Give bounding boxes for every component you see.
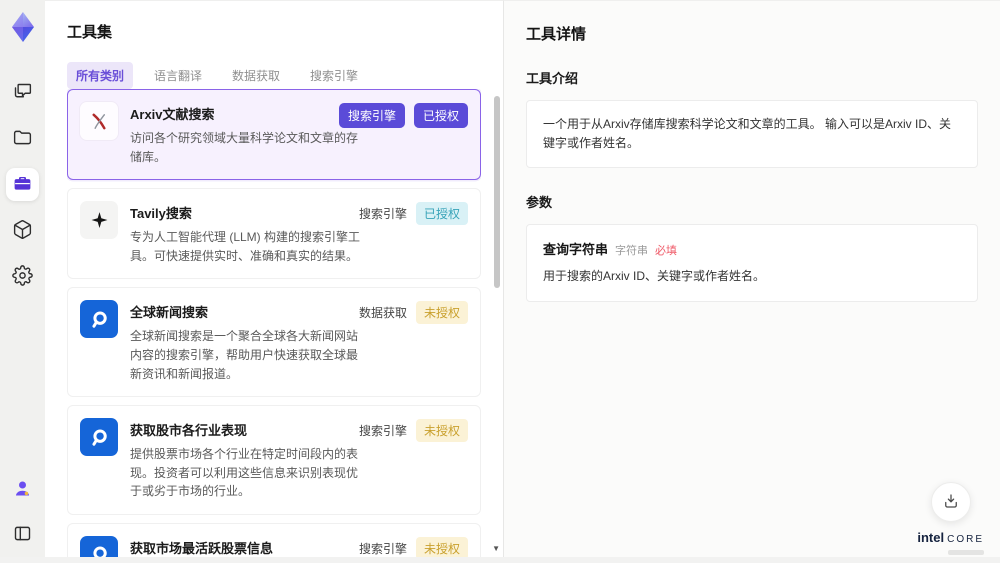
- tab-1-语言翻译[interactable]: 语言翻译: [145, 62, 211, 89]
- briefcase-icon: [12, 173, 33, 197]
- sidebar-item-packages[interactable]: [6, 214, 39, 247]
- user-icon: [12, 478, 33, 502]
- auth-status-badge: 已授权: [413, 103, 468, 128]
- news-icon: [80, 418, 118, 457]
- category-badge: 数据获取: [358, 306, 407, 321]
- tool-intro-text: 一个用于从Arxiv存储库搜索科学论文和文章的工具。 输入可以是Arxiv ID…: [543, 117, 952, 151]
- app-logo-icon: [5, 8, 41, 46]
- tab-0-所有类别[interactable]: 所有类别: [67, 62, 134, 89]
- param-description: 用于搜索的Arxiv ID、关键字或作者姓名。: [543, 269, 766, 284]
- download-button[interactable]: [930, 482, 971, 522]
- param-name: 查询字符串: [543, 242, 609, 258]
- tool-description: 访问各个研究领域大量科学论文和文章的存储库。: [130, 131, 359, 164]
- card-badges: 搜索引擎 已授权: [358, 202, 468, 226]
- sidebar-item-settings[interactable]: [6, 260, 39, 293]
- intel-brand-text: intel: [917, 530, 945, 545]
- tool-list: Arxiv文献搜索 访问各个研究领域大量科学论文和文章的存储库。 搜索引擎 已授…: [67, 89, 481, 563]
- category-badge: 搜索引擎: [358, 207, 407, 222]
- tool-card[interactable]: Arxiv文献搜索 访问各个研究领域大量科学论文和文章的存储库。 搜索引擎 已授…: [67, 89, 481, 181]
- sidebar-item-tools[interactable]: [6, 168, 39, 201]
- param-type: 字符串: [615, 245, 649, 258]
- toolset-pane: 工具集 所有类别 语言翻译 数据获取 搜索引擎 Arxiv文献搜索 访问各个研究领域大…: [45, 0, 503, 563]
- tool-description: 全球新闻搜索是一个聚合全球各大新闻网站内容的搜索引擎，帮助用户快速获取全球最新资…: [130, 329, 359, 381]
- tool-title: 获取市场最活跃股票信息: [130, 540, 274, 556]
- scroll-down-icon[interactable]: ▼: [492, 545, 500, 553]
- app-window: 工具集 所有类别 语言翻译 数据获取 搜索引擎 Arxiv文献搜索 访问各个研究领域大…: [0, 0, 1000, 563]
- params-heading: 参数: [526, 195, 553, 211]
- floating-actions: intel core: [917, 482, 984, 555]
- tool-card[interactable]: Tavily搜索 专为人工智能代理 (LLM) 构建的搜索引擎工具。可快速提供实…: [67, 188, 481, 280]
- arxiv-icon: [80, 102, 118, 140]
- tool-description: 提供股票市场各个行业在特定时间段内的表现。投资者可以利用这些信息来识别表现优于或…: [130, 447, 359, 499]
- window-bottom-edge: [0, 557, 1000, 563]
- intro-heading: 工具介绍: [526, 71, 579, 86]
- sidebar-item-files[interactable]: [6, 122, 39, 155]
- detail-title: 工具详情: [526, 26, 587, 43]
- card-badges: 搜索引擎 已授权: [338, 103, 468, 128]
- tool-card[interactable]: 全球新闻搜索 全球新闻搜索是一个聚合全球各大新闻网站内容的搜索引擎，帮助用户快速…: [67, 287, 481, 398]
- scrollbar-thumb[interactable]: [494, 96, 500, 288]
- core-brand-text: core: [947, 534, 984, 545]
- category-badge: 搜索引擎: [338, 103, 405, 128]
- scrollbar[interactable]: ▼: [492, 93, 500, 555]
- sidebar-item-chat[interactable]: [6, 76, 39, 109]
- tab-2-数据获取[interactable]: 数据获取: [223, 62, 289, 89]
- tool-title: Tavily搜索: [130, 206, 192, 222]
- sidebar-bottom: [6, 473, 39, 551]
- tool-title: 全球新闻搜索: [130, 305, 209, 321]
- tool-title: 获取股市各行业表现: [130, 423, 248, 439]
- category-badge: 搜索引擎: [358, 541, 407, 556]
- auth-status-badge: 未授权: [415, 419, 468, 443]
- tool-intro-box: 一个用于从Arxiv存储库搜索科学论文和文章的工具。 输入可以是Arxiv ID…: [526, 100, 978, 169]
- folder-icon: [12, 127, 33, 151]
- sidebar-nav: [6, 76, 39, 293]
- sidebar-item-toggle-panel[interactable]: [6, 518, 39, 551]
- category-badge: 搜索引擎: [358, 424, 407, 439]
- tavily-icon: [80, 201, 118, 240]
- gear-icon: [12, 264, 33, 289]
- card-badges: 数据获取 未授权: [358, 301, 468, 325]
- auth-status-badge: 未授权: [415, 301, 468, 325]
- page-title: 工具集: [67, 24, 113, 41]
- tool-title: Arxiv文献搜索: [130, 107, 215, 122]
- news-icon: [80, 300, 118, 339]
- chat-icon: [12, 81, 33, 105]
- cube-icon: [12, 219, 33, 243]
- intel-core-logo: intel core: [917, 529, 984, 555]
- tool-card[interactable]: 获取股市各行业表现 提供股票市场各个行业在特定时间段内的表现。投资者可以利用这些…: [67, 405, 481, 515]
- tab-3-搜索引擎[interactable]: 搜索引擎: [301, 62, 367, 89]
- param-box: 查询字符串 字符串 必填 用于搜索的Arxiv ID、关键字或作者姓名。: [526, 224, 978, 302]
- param-head: 查询字符串 字符串 必填: [543, 239, 961, 258]
- intel-sub-mark: [948, 550, 984, 555]
- sidebar-item-profile[interactable]: [6, 473, 39, 506]
- category-tabs: 所有类别 语言翻译 数据获取 搜索引擎: [67, 62, 481, 89]
- tool-description: 专为人工智能代理 (LLM) 构建的搜索引擎工具。可快速提供实时、准确和真实的结…: [130, 230, 361, 263]
- sidebar: [0, 0, 45, 563]
- card-badges: 搜索引擎 未授权: [358, 419, 468, 443]
- param-required-badge: 必填: [655, 245, 678, 258]
- tool-detail-pane: 工具详情 工具介绍 一个用于从Arxiv存储库搜索科学论文和文章的工具。 输入可…: [503, 0, 1000, 563]
- auth-status-badge: 已授权: [415, 202, 468, 226]
- panel-toggle-icon: [12, 523, 33, 547]
- download-icon: [942, 492, 960, 513]
